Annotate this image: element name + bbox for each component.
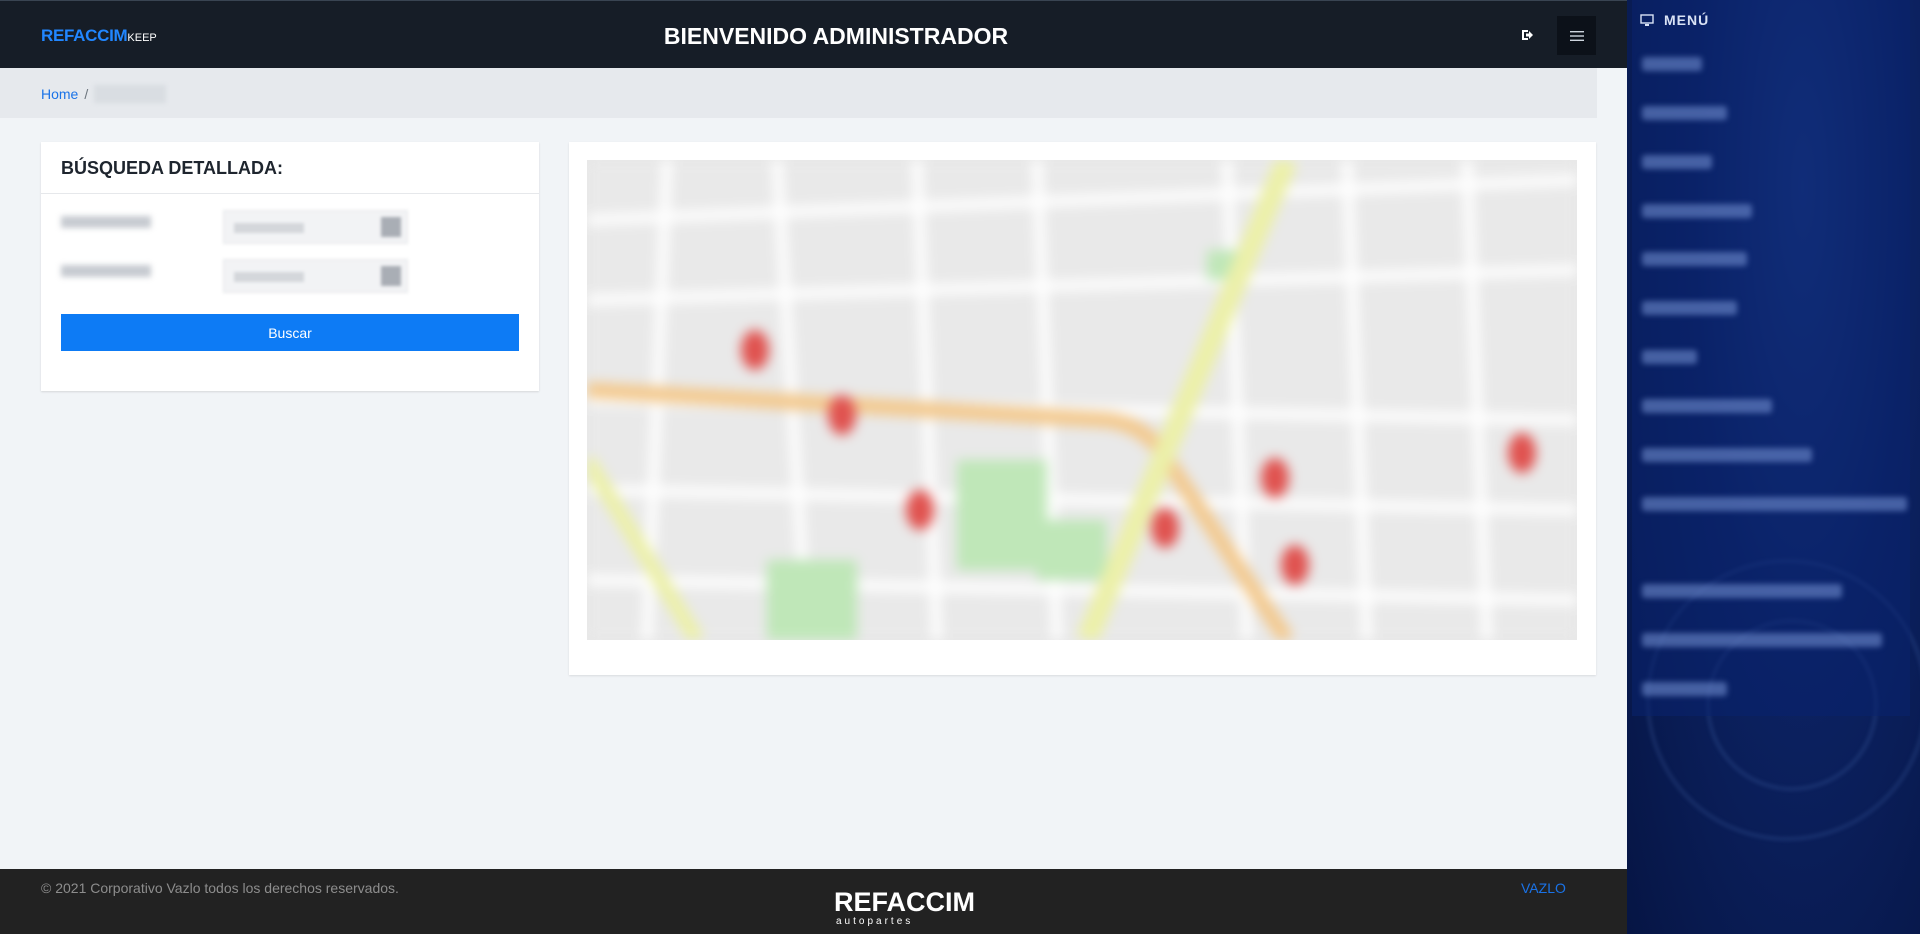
start-date-label-redacted [61,216,151,228]
calendar-icon [381,217,401,237]
map-graphic [587,160,1577,640]
breadcrumb-separator: / [84,86,89,102]
breadcrumb: Home / [41,85,167,103]
sidebar-menu: MENÚ [1627,0,1920,934]
sidebar-item-redacted[interactable] [1642,350,1697,364]
sidebar-item-redacted[interactable] [1642,584,1842,598]
brand-sub-text: KEEP [127,32,157,44]
logout-button[interactable] [1520,27,1536,43]
hamburger-icon [1569,30,1584,41]
footer-copyright: © 2021 Corporativo Vazlo todos los derec… [41,880,399,896]
main-area: REFACCIMKEEP BIENVENIDO ADMINISTRADOR Ho… [0,0,1627,934]
page-title: BIENVENIDO ADMINISTRADOR [663,23,1009,49]
monitor-icon [1640,13,1654,26]
sidebar-item-redacted[interactable] [1642,106,1727,120]
sidebar-item-redacted[interactable] [1642,204,1752,218]
footer-logo-text: REFACCIM [834,887,975,917]
brand-main-text: REFACCIM [41,26,128,45]
sidebar-item-redacted[interactable] [1642,497,1907,511]
footer-logo-sub: autopartes [836,916,913,927]
sidebar-item-redacted[interactable] [1642,301,1737,315]
breadcrumb-bar: Home / [0,68,1597,118]
footer: © 2021 Corporativo Vazlo todos los derec… [0,869,1627,934]
sidebar-item-redacted[interactable] [1642,399,1772,413]
sidebar-item-redacted[interactable] [1642,633,1882,647]
breadcrumb-home-link[interactable]: Home [41,86,78,102]
menu-toggle-button[interactable] [1557,16,1596,55]
sidebar-item-redacted[interactable] [1642,155,1712,169]
footer-logo: REFACCIM autopartes [834,877,1034,932]
search-card: BÚSQUEDA DETALLADA: Buscar [41,142,539,391]
top-navbar: REFACCIMKEEP BIENVENIDO ADMINISTRADOR [0,0,1627,68]
search-card-title: BÚSQUEDA DETALLADA: [61,158,283,178]
end-date-input[interactable] [223,259,408,293]
sidebar-item-redacted[interactable] [1642,57,1702,71]
search-card-header: BÚSQUEDA DETALLADA: [41,142,539,194]
map-card [569,142,1596,675]
sidebar-header: MENÚ [1640,12,1709,28]
sidebar-item-redacted[interactable] [1642,252,1747,266]
logout-icon [1522,30,1533,40]
brand-logo[interactable]: REFACCIMKEEP [41,26,157,46]
footer-vazlo-link[interactable]: VAZLO [1521,880,1566,896]
sidebar-item-redacted[interactable] [1642,448,1812,462]
calendar-icon [381,266,401,286]
start-date-input[interactable] [223,210,408,244]
sidebar-title: MENÚ [1664,12,1710,28]
sidebar-panel: MENÚ [1632,0,1910,716]
search-button[interactable]: Buscar [61,314,519,351]
sidebar-item-redacted[interactable] [1642,682,1727,696]
end-date-label-redacted [61,265,151,277]
breadcrumb-current-redacted [94,85,167,103]
map-view[interactable] [587,160,1577,640]
